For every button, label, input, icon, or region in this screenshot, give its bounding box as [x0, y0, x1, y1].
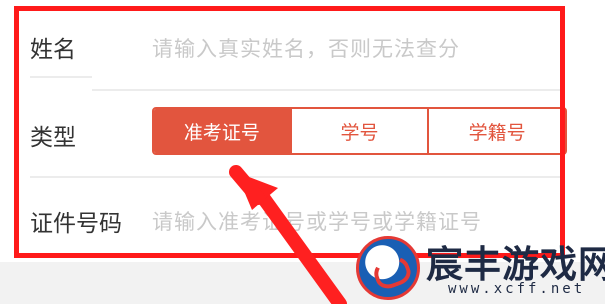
- type-option-registration-id[interactable]: 学籍号: [429, 109, 565, 153]
- site-watermark: 宸丰游戏网 www.xcff.net: [352, 228, 605, 304]
- watermark-url: www.xcff.net: [448, 281, 586, 297]
- id-number-label: 证件号码: [30, 211, 122, 237]
- form-divider-2: [30, 176, 562, 178]
- type-label: 类型: [30, 125, 76, 151]
- watermark-title: 宸丰游戏网: [426, 243, 605, 286]
- type-segmented-control: 准考证号 学号 学籍号: [152, 107, 567, 155]
- type-option-student-id[interactable]: 学号: [292, 109, 430, 153]
- name-label: 姓名: [30, 37, 76, 63]
- name-divider: [30, 76, 92, 78]
- name-input[interactable]: 请输入真实姓名，否则无法查分: [152, 33, 460, 63]
- type-option-admission-ticket[interactable]: 准考证号: [154, 109, 292, 153]
- form-divider-1: [92, 89, 562, 91]
- dragon-logo-icon: [356, 236, 420, 300]
